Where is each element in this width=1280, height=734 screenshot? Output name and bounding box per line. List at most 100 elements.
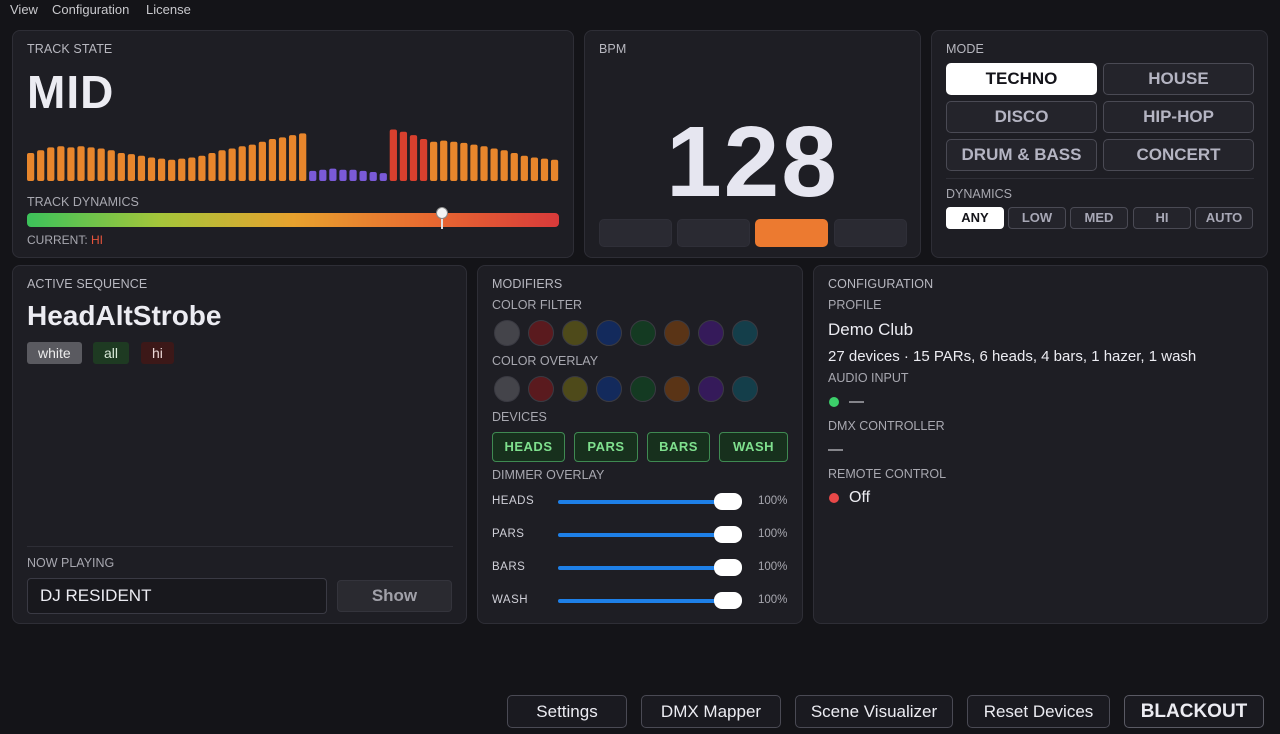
now-playing-input[interactable]: DJ RESIDENT <box>27 578 327 614</box>
tag-color: white <box>27 342 82 364</box>
color-overlay-swatch[interactable] <box>664 376 690 402</box>
menu-license[interactable]: License <box>146 2 191 17</box>
modifiers-panel: MODIFIERS COLOR FILTER COLOR OVERLAY DEV… <box>477 265 803 624</box>
level-meter-bar <box>157 158 166 181</box>
mode-hiphop-button[interactable]: HIP-HOP <box>1103 101 1254 133</box>
level-meter-bar <box>409 135 418 181</box>
level-meter-bar <box>27 153 35 181</box>
color-overlay-swatch[interactable] <box>732 376 758 402</box>
reset-devices-button[interactable]: Reset Devices <box>967 695 1110 728</box>
dmx-controller-value: — <box>828 441 843 458</box>
mode-title: MODE <box>946 42 984 56</box>
color-filter-swatch[interactable] <box>562 320 588 346</box>
color-filter-swatch[interactable] <box>630 320 656 346</box>
mode-concert-button[interactable]: CONCERT <box>1103 139 1254 171</box>
level-meter-bar <box>208 153 216 181</box>
track-state-value: MID <box>27 66 115 118</box>
color-overlay-swatch[interactable] <box>494 376 520 402</box>
menu-view[interactable]: View <box>10 2 38 17</box>
color-filter-swatch[interactable] <box>664 320 690 346</box>
menubar: View Configuration License <box>0 0 1280 20</box>
device-pars-button[interactable]: PARS <box>574 432 638 462</box>
color-filter-swatch[interactable] <box>494 320 520 346</box>
dimmer-wash-knob[interactable] <box>714 592 742 609</box>
bpm-title: BPM <box>599 42 627 56</box>
level-meter-bar <box>268 139 277 181</box>
color-overlay-swatch[interactable] <box>562 376 588 402</box>
track-dynamics-label: TRACK DYNAMICS <box>27 195 139 209</box>
beat-indicator-3 <box>755 219 828 247</box>
device-bars-button[interactable]: BARS <box>647 432 710 462</box>
device-wash-button[interactable]: WASH <box>719 432 788 462</box>
active-sequence-title: ACTIVE SEQUENCE <box>27 277 148 291</box>
dimmer-pars-row: PARS 100% <box>492 525 792 545</box>
color-filter-swatch[interactable] <box>732 320 758 346</box>
dynamics-med-button[interactable]: MED <box>1070 207 1128 229</box>
configuration-panel: CONFIGURATION PROFILE Demo Club 27 devic… <box>813 265 1268 624</box>
track-state-panel: TRACK STATE MID TRACK DYNAMICS CURRENT: … <box>12 30 574 258</box>
dimmer-bars-row: BARS 100% <box>492 558 792 578</box>
level-meter-bar <box>430 141 438 181</box>
beat-indicator-2 <box>677 219 750 247</box>
current-label: CURRENT: <box>27 233 88 247</box>
level-meter-bar <box>278 137 287 181</box>
profile-label: PROFILE <box>828 298 882 312</box>
mode-disco-button[interactable]: DISCO <box>946 101 1097 133</box>
dmx-mapper-button[interactable]: DMX Mapper <box>641 695 781 728</box>
tag-scope: all <box>93 342 130 364</box>
blackout-button[interactable]: BLACKOUT <box>1124 695 1264 728</box>
show-button[interactable]: Show <box>337 580 452 612</box>
mode-house-button[interactable]: HOUSE <box>1103 63 1254 95</box>
level-meter-bar <box>359 170 367 181</box>
level-meter-bar <box>147 157 156 181</box>
dimmer-bars-knob[interactable] <box>714 559 742 576</box>
dimmer-heads-row: HEADS 100% <box>492 492 792 512</box>
color-overlay-swatch[interactable] <box>528 376 554 402</box>
level-meter-bar <box>67 147 75 181</box>
dimmer-bars-value: 100% <box>758 561 788 573</box>
dimmer-pars-knob[interactable] <box>714 526 742 543</box>
level-meter-bar <box>178 158 186 181</box>
level-meter-bar <box>460 142 468 181</box>
color-overlay-swatch[interactable] <box>630 376 656 402</box>
bpm-panel: BPM 128 <box>584 30 921 258</box>
dimmer-wash-row: WASH 100% <box>492 591 792 611</box>
dynamics-hi-button[interactable]: HI <box>1133 207 1191 229</box>
color-overlay-swatch[interactable] <box>596 376 622 402</box>
dynamics-auto-button[interactable]: AUTO <box>1195 207 1253 229</box>
level-meter-bar <box>168 159 176 181</box>
settings-button[interactable]: Settings <box>507 695 627 728</box>
mode-drum-bass-button[interactable]: DRUM & BASS <box>946 139 1097 171</box>
mode-techno-button[interactable]: TECHNO <box>946 63 1097 95</box>
level-meter-bar <box>369 172 377 181</box>
bpm-value: 128 <box>666 106 839 218</box>
remote-control-value: Off <box>849 489 871 506</box>
level-meter-bar <box>97 148 105 181</box>
dimmer-heads-knob[interactable] <box>714 493 742 510</box>
scene-visualizer-button[interactable]: Scene Visualizer <box>795 695 953 728</box>
beat-indicator-4 <box>834 219 907 247</box>
color-filter-swatch[interactable] <box>528 320 554 346</box>
device-heads-button[interactable]: HEADS <box>492 432 565 462</box>
color-filter-swatch[interactable] <box>698 320 724 346</box>
dimmer-wash-label: WASH <box>492 594 529 606</box>
level-meter-bar <box>137 155 146 181</box>
level-meter-bar <box>510 153 518 181</box>
dynamics-low-button[interactable]: LOW <box>1008 207 1066 229</box>
dimmer-pars-label: PARS <box>492 528 525 540</box>
devices-label: DEVICES <box>492 410 547 424</box>
level-meter-bar <box>299 133 307 181</box>
level-meter-bar <box>540 158 549 181</box>
level-meter-bar <box>107 150 115 181</box>
color-overlay-swatch[interactable] <box>698 376 724 402</box>
modifiers-title: MODIFIERS <box>492 277 563 291</box>
level-meter-bar <box>399 131 408 181</box>
dynamics-any-button[interactable]: ANY <box>946 207 1004 229</box>
menu-configuration[interactable]: Configuration <box>52 2 129 17</box>
level-meter-bar <box>419 139 428 181</box>
level-meter-bar <box>218 150 226 181</box>
now-playing-label: NOW PLAYING <box>27 556 115 570</box>
color-filter-swatch[interactable] <box>596 320 622 346</box>
level-meter-bar <box>450 141 458 181</box>
sequence-name: HeadAltStrobe <box>27 300 222 331</box>
